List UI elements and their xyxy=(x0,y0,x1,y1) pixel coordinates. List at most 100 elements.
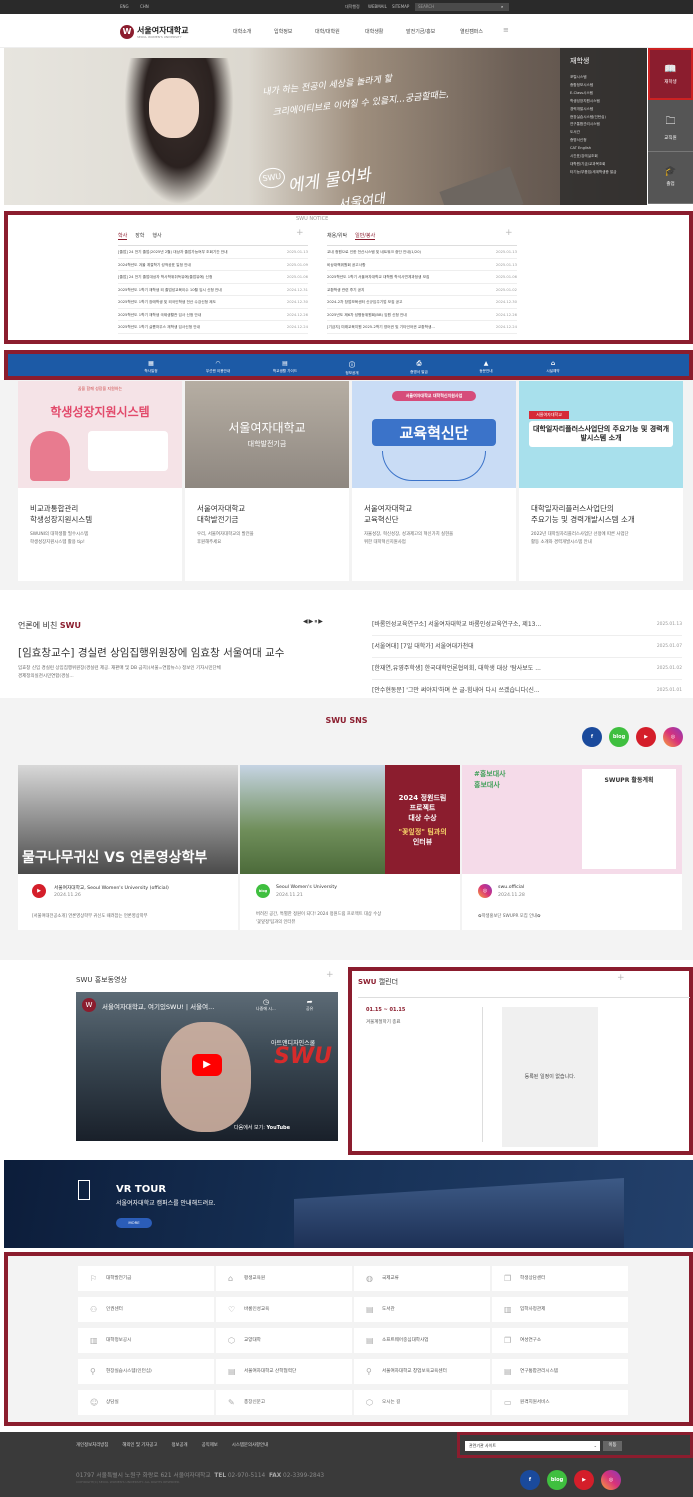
related-link[interactable]: ⬡ 오시는 길 xyxy=(354,1390,490,1415)
notice-row[interactable]: 2024학년도 겨울 계절학기 성적공표 일정 안내 2025.01.09 xyxy=(118,259,308,271)
related-site-select[interactable]: 관련기관 사이트 ⌄ xyxy=(465,1441,600,1451)
card-education-innovation[interactable]: 서울여자대학교 대학혁신지원사업 교육혁신단 서울여자대학교 교육혁신단 자율성장… xyxy=(352,381,516,581)
quick-panel-link[interactable]: 시간표/강의실조회 xyxy=(570,153,642,161)
card-job-plus[interactable]: 서울여자대학교 대학일자리플러스사업단의 주요기능 및 경력개발시스템 소개 대… xyxy=(519,381,683,581)
facebook-icon[interactable]: f xyxy=(582,727,602,747)
vr-tour-banner[interactable]: VR TOUR 서울여자대학교 캠퍼스를 안내해드려요. MORE xyxy=(4,1160,693,1248)
notice-title[interactable]: 2024-2차 창업보육센터 신규입주기업 모집 공고 xyxy=(327,300,402,304)
press-item[interactable]: [한재연,유영주학생] 한국대학언론협의회, 대학생 대상 '탐사보도 ... 2… xyxy=(372,658,682,680)
notice-row[interactable]: 교환학생 관련 후기 공지 2025.01.02 xyxy=(327,284,517,296)
quick-menu-item[interactable]: ⓘ 정보공개 xyxy=(322,360,382,376)
calendar-event-title[interactable]: 겨울계절학기 종료 xyxy=(366,1019,401,1025)
press-item-title[interactable]: [안수현동문] '그만 써야지'하며 쓴 글-힘내어 다시 쓰겠습니다(신... xyxy=(372,687,540,694)
related-link[interactable]: ⚲ 현장실습시스템(인턴십) xyxy=(78,1359,214,1384)
quick-menu-item[interactable]: ▲ 동문안내 xyxy=(456,360,516,374)
instagram-icon[interactable]: ◎ xyxy=(601,1470,621,1490)
notice-right-more-icon[interactable]: + xyxy=(505,228,513,238)
footer-link[interactable]: 공익제보 xyxy=(202,1443,218,1448)
webmail-link[interactable]: WEBMAIL xyxy=(368,4,387,9)
notice-title[interactable]: [졸업] 24 전기 졸업(2025년 2월) 대상자 졸업가능여부 조회기간 … xyxy=(118,250,228,254)
quick-panel-link[interactable]: 종합정보시스템 xyxy=(570,82,642,90)
quick-menu-item[interactable]: ⎙ 증명서 발급 xyxy=(389,360,449,375)
related-link[interactable]: ▤ 소프트웨어중심대학사업 xyxy=(354,1328,490,1353)
quick-menu-item[interactable]: ▤ 학교생활 가이드 xyxy=(255,360,315,374)
notice-title[interactable]: 2025년도 제6차 성평등위원회(BB) 임원 신청 안내 xyxy=(327,313,407,317)
tab-recruitment[interactable]: 채용/위탁 xyxy=(327,233,347,239)
quick-panel-link[interactable]: 대학원/기금/교과목조회 xyxy=(570,161,642,169)
youtube-icon[interactable]: ▶ xyxy=(574,1470,594,1490)
university-logo[interactable]: W xyxy=(120,25,134,39)
hero-banner[interactable]: 내가 하는 전공이 세상을 놀라게 할 크리에이티브로 이어질 수 있을지...… xyxy=(4,48,647,205)
notice-row[interactable]: [졸업] 24 전기 졸업대상자 학사학위취득유예(졸업유예) 신청 2025.0… xyxy=(118,271,308,284)
blog-icon[interactable]: blog xyxy=(547,1470,567,1490)
related-link[interactable]: ⚇ 인권센터 xyxy=(78,1297,214,1322)
quick-panel-link[interactable]: 경력개발시스템 xyxy=(570,106,642,114)
related-link[interactable]: ▤ 서울여자대학교 산학협력단 xyxy=(216,1359,352,1384)
quick-panel-link[interactable]: E-Class시스템 xyxy=(570,90,642,98)
nav-campus-life[interactable]: 대학생활 xyxy=(365,28,383,35)
tab-staff[interactable]: 🗀 교직원 xyxy=(648,100,693,152)
share-button[interactable]: ➦ 공유 xyxy=(306,998,313,1012)
press-item-title[interactable]: [바롬인성교육연구소] 서울여자대학교 바롬인성교육연구소, 제13... xyxy=(372,621,541,628)
quick-panel-link[interactable]: CAT English xyxy=(570,145,642,153)
quick-panel-link[interactable]: 현장실습시스템(인턴십) xyxy=(570,114,642,122)
notice-title[interactable]: 교내 청원으로 인한 전산시스템 및 네트워크 중단 안내(1/20) xyxy=(327,250,421,254)
notice-title[interactable]: 교환학생 관련 후기 공지 xyxy=(327,288,364,292)
press-item[interactable]: [서울여대] [7일 대학가] 서울여대가천대 2025.01.07 xyxy=(372,636,682,658)
watch-later-button[interactable]: ◷ 나중에 시... xyxy=(256,998,276,1012)
quick-panel-link[interactable]: 포털시스템 xyxy=(570,74,642,82)
related-link[interactable]: ▭ 원격지원서비스 xyxy=(492,1390,628,1415)
notice-row[interactable]: 교내 청원으로 인한 전산시스템 및 네트워크 중단 안내(1/20) 2025.… xyxy=(327,246,517,259)
related-link[interactable]: ▤ 도서관 xyxy=(354,1297,490,1322)
press-headline[interactable]: [임효창교수] 경실련 상임집행위원장에 임효창 서울여대 교수 xyxy=(18,645,284,660)
related-link[interactable]: ⬡ 교양대학 xyxy=(216,1328,352,1353)
quick-panel-link[interactable]: 증명서신청 xyxy=(570,137,642,145)
notice-title[interactable]: [기금지] 미래교육지원 2025-2학기 영어권 및 기타언어권 교환학생..… xyxy=(327,325,435,329)
sns-post-instagram[interactable]: #홍보대사 홍보대사 SWUPR 활동계획 ◎ swu.official 2024… xyxy=(462,765,682,930)
notice-row[interactable]: 2025학년도 1학기 서울여자대학교 대학원 학석사연계과정생 모집 2025.… xyxy=(327,271,517,284)
notice-row[interactable]: [기금지] 미래교육지원 2025-2학기 영어권 및 기타언어권 교환학생..… xyxy=(327,321,517,334)
admin-link[interactable]: 대학행정 xyxy=(345,4,360,10)
quick-menu-item[interactable]: ◠ 무선랜 이용안내 xyxy=(188,360,248,374)
notice-title[interactable]: 2025학년도 1학기 재학생 국제생활관 입사 신청 안내 xyxy=(118,313,201,317)
related-link[interactable]: ▥ 대학정보공시 xyxy=(78,1328,214,1353)
related-link[interactable]: ❐ 여성연구소 xyxy=(492,1328,628,1353)
tab-academic[interactable]: 학사 xyxy=(118,233,128,240)
nav-admission[interactable]: 입학정보 xyxy=(274,28,292,35)
quick-panel-link[interactable]: 연구통합관리시스템 xyxy=(570,121,642,129)
blog-icon[interactable]: blog xyxy=(609,727,629,747)
tab-scholarship[interactable]: 장학 xyxy=(135,233,144,239)
youtube-icon[interactable]: ▶ xyxy=(636,727,656,747)
notice-left-more-icon[interactable]: + xyxy=(296,228,304,238)
related-link[interactable]: ⌂ 평생교육원 xyxy=(216,1266,352,1291)
related-link[interactable]: ☺ 상담실 xyxy=(78,1390,214,1415)
notice-row[interactable]: 2025학년도 1학기 장애학생 및 외국인학생 전산 수강신청 제도 2024.… xyxy=(118,296,308,309)
go-button[interactable]: 이동 xyxy=(603,1441,622,1451)
quick-panel-link[interactable]: 도서관 xyxy=(570,129,642,137)
notice-row[interactable]: 2025년도 제6차 성평등위원회(BB) 임원 신청 안내 2024.12.26 xyxy=(327,309,517,321)
notice-title[interactable]: 2025학년도 1학기 재학생 외 졸업성교육이수 10월 입시 신청 안내 xyxy=(118,288,222,292)
related-link[interactable]: ❐ 학생상담센터 xyxy=(492,1266,628,1291)
chn-link[interactable]: CHN xyxy=(140,4,149,9)
quick-panel-link[interactable]: 학생성장지원시스템 xyxy=(570,98,642,106)
notice-title[interactable]: 2025학년도 1학기 샬롬하우스 재학생 입사신청 안내 xyxy=(118,325,200,329)
tab-alumni[interactable]: 🎓 졸업 xyxy=(648,152,693,204)
nav-about[interactable]: 대학소개 xyxy=(233,28,251,35)
menu-icon[interactable]: ≡ xyxy=(503,26,509,34)
nav-colleges[interactable]: 대학/대학원 xyxy=(315,28,340,35)
quick-panel-link[interactable]: 타기능/부품집/세계학생증 발급 xyxy=(570,169,642,177)
vr-more-button[interactable]: MORE xyxy=(116,1218,152,1228)
promo-video-player[interactable]: W 서울여자대학교, 여기있SWU! | 서울여... ◷ 나중에 시... ➦ 공… xyxy=(76,992,338,1141)
card-development-fund[interactable]: 서울여자대학교 대학발전기금 서울여자대학교 대학발전기금 우리, 서울여자대학교… xyxy=(185,381,349,581)
calendar-more-icon[interactable]: + xyxy=(617,973,625,983)
press-item-title[interactable]: [한재연,유영주학생] 한국대학언론협의회, 대학생 대상 '탐사보도 ... xyxy=(372,665,541,672)
facebook-icon[interactable]: f xyxy=(520,1470,540,1490)
notice-row[interactable]: 2025학년도 1학기 재학생 외 졸업성교육이수 10월 입시 신청 안내 20… xyxy=(118,284,308,296)
instagram-icon[interactable]: ◎ xyxy=(663,727,683,747)
press-item-title[interactable]: [서울여대] [7일 대학가] 서울여대가천대 xyxy=(372,643,474,650)
related-link[interactable]: ▥ 입학사정관제 xyxy=(492,1297,628,1322)
eng-link[interactable]: ENG xyxy=(120,4,129,9)
notice-row[interactable]: 2025학년도 1학기 샬롬하우스 재학생 입사신청 안내 2024.12.24 xyxy=(118,321,308,334)
notice-title[interactable]: 비상대책위원회 공고사항 xyxy=(327,263,366,267)
notice-row[interactable]: 2024-2차 창업보육센터 신규입주기업 모집 공고 2024.12.30 xyxy=(327,296,517,309)
